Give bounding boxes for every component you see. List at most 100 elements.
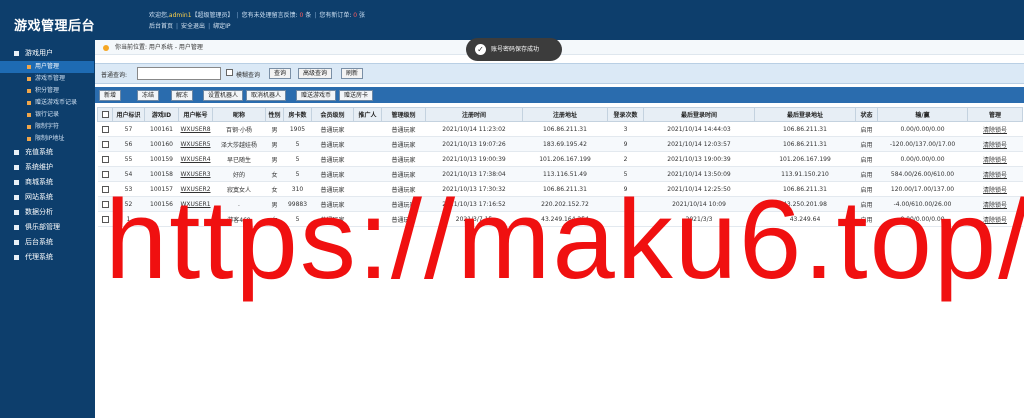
- table-cell: 普通玩家: [311, 151, 354, 167]
- sidebar-group-analytics[interactable]: 数据分析: [0, 205, 94, 220]
- col-account: 用户帐号: [178, 107, 213, 122]
- home-link[interactable]: 后台首页: [149, 23, 173, 30]
- table-cell: 普通玩家: [311, 121, 354, 137]
- table-cell: 启用: [855, 136, 878, 152]
- clear-lock-link[interactable]: 清除锁号: [967, 121, 1023, 137]
- clear-lock-link[interactable]: 清除锁号: [967, 136, 1023, 152]
- table-cell: 普通玩家: [381, 136, 426, 152]
- table-cell: 106.86.211.31: [522, 121, 608, 137]
- square-icon: [14, 240, 19, 245]
- col-member-level: 会员级别: [311, 107, 354, 122]
- table-cell: [353, 151, 382, 167]
- sidebar-group-club[interactable]: 俱乐部管理: [0, 220, 94, 235]
- col-game-id: 游戏ID: [144, 107, 179, 122]
- pending-feedback-count: 0: [299, 12, 304, 19]
- col-win-loss: 输/赢: [877, 107, 968, 122]
- col-register-address: 注册地址: [522, 107, 608, 122]
- bullet-icon: [27, 113, 31, 117]
- table-cell: 启用: [855, 151, 878, 167]
- col-status: 状态: [855, 107, 878, 122]
- logout-link[interactable]: 安全退出: [181, 23, 205, 30]
- table-cell: 100161: [144, 121, 179, 137]
- sidebar-group-backend[interactable]: 后台系统: [0, 235, 94, 250]
- sidebar-item-points-management[interactable]: 积分管理: [0, 85, 94, 97]
- col-last-login-address: 最后登录地址: [754, 107, 856, 122]
- table-cell: 101.206.167.199: [754, 151, 856, 167]
- sidebar-group-website[interactable]: 网站系统: [0, 190, 94, 205]
- search-input[interactable]: [137, 67, 221, 80]
- sidebar-group-agent[interactable]: 代理系统: [0, 250, 94, 265]
- row-checkbox[interactable]: [101, 140, 109, 148]
- table-cell: 普通玩家: [381, 151, 426, 167]
- table-cell: 2021/10/14 12:03:57: [643, 136, 755, 152]
- sidebar-item-user-management[interactable]: 用户管理: [0, 61, 94, 73]
- freeze-button[interactable]: 冻结: [137, 90, 160, 101]
- search-label: 普通查询:: [101, 72, 128, 79]
- account-link[interactable]: WXUSER5: [178, 136, 213, 152]
- table-cell: 泽大莎越娃杨: [212, 136, 266, 152]
- sidebar-item-restricted-chars[interactable]: 限制字符: [0, 121, 94, 133]
- sidebar-group-mall[interactable]: 商城系统: [0, 175, 94, 190]
- table-cell: 0.00/0.00/0.00: [877, 151, 968, 167]
- table-cell: 9: [607, 136, 644, 152]
- row-checkbox[interactable]: [101, 125, 109, 133]
- table-row[interactable]: 56 100160 WXUSER5 泽大莎越娃杨男 5 普通玩家 普通玩家 2021/10/1…: [97, 136, 1023, 152]
- table-cell: 106.86.211.31: [754, 136, 856, 152]
- table-cell: 100159: [144, 151, 179, 167]
- table-cell: 3: [607, 121, 644, 137]
- sidebar-item-restricted-ip[interactable]: 限制IP地址: [0, 133, 94, 145]
- new-orders-label: 您有新订单:: [319, 12, 352, 19]
- top-info: 欢迎您,admin1【超级管理员】 | 您有未处理留言反馈: 0 条 | 您有新订单: …: [149, 10, 365, 32]
- col-manage: 管理: [967, 107, 1023, 122]
- table-row[interactable]: 55 100159 WXUSER4 早已随生男 5 普通玩家 普通玩家 2021/10/13 …: [97, 151, 1023, 167]
- table-cell: 2: [607, 151, 644, 167]
- table-cell: 106.86.211.31: [754, 121, 856, 137]
- table-cell: 2021/10/14 11:23:02: [425, 121, 523, 137]
- row-checkbox[interactable]: [101, 155, 109, 163]
- top-header: 游戏管理后台 欢迎您,admin1【超级管理员】 | 您有未处理留言反馈: 0 条 |…: [0, 0, 1024, 40]
- action-toolbar: 新增 冻结 解冻 设置机器人 取消机器人 赠送游戏币 赠送房卡: [95, 87, 1024, 103]
- col-promoter: 推广人: [353, 107, 382, 122]
- sidebar-item-coin-gift-records[interactable]: 赠送游戏币记录: [0, 97, 94, 109]
- table-cell: 普通玩家: [381, 121, 426, 137]
- account-link[interactable]: WXUSER8: [178, 121, 213, 137]
- sidebar-group-game-users[interactable]: 游戏用户: [0, 46, 94, 61]
- table-cell: 普通玩家: [311, 136, 354, 152]
- table-row[interactable]: 57 100161 WXUSER8 百钢·小杨男 1905 普通玩家 普通玩家 2021/10…: [97, 121, 1023, 137]
- unfreeze-button[interactable]: 解冻: [171, 90, 194, 101]
- square-icon: [14, 255, 19, 260]
- bullet-icon: [27, 137, 31, 141]
- sidebar-group-maintenance[interactable]: 系统维护: [0, 160, 94, 175]
- gift-room-cards-button[interactable]: 赠送房卡: [339, 90, 374, 101]
- set-robot-button[interactable]: 设置机器人: [203, 90, 244, 101]
- square-icon: [14, 180, 19, 185]
- location-icon: [103, 44, 109, 51]
- col-user-id: 用户标识: [112, 107, 145, 122]
- app-title: 游戏管理后台: [14, 19, 96, 34]
- fuzzy-search-checkbox[interactable]: [226, 69, 233, 76]
- query-button[interactable]: 查询: [269, 68, 292, 79]
- refresh-button[interactable]: 刷新: [341, 68, 364, 79]
- current-user: admin1: [168, 12, 192, 19]
- advanced-query-button[interactable]: 高级查询: [298, 68, 333, 79]
- clear-lock-link[interactable]: 清除锁号: [967, 151, 1023, 167]
- bullet-icon: [27, 65, 31, 69]
- bullet-icon: [27, 101, 31, 105]
- table-cell: 183.69.195.42: [522, 136, 608, 152]
- add-button[interactable]: 新增: [99, 90, 122, 101]
- sidebar-item-bank-records[interactable]: 银行记录: [0, 109, 94, 121]
- account-link[interactable]: WXUSER4: [178, 151, 213, 167]
- select-all-checkbox[interactable]: [101, 111, 109, 118]
- col-last-login-time: 最后登录时间: [643, 107, 755, 122]
- gift-coins-button[interactable]: 赠送游戏币: [296, 90, 337, 101]
- table-cell: 早已随生: [212, 151, 266, 167]
- sidebar-group-recharge[interactable]: 充值系统: [0, 145, 94, 160]
- bind-ip-link[interactable]: 绑定IP: [213, 23, 230, 30]
- sidebar-item-coin-management[interactable]: 游戏币管理: [0, 73, 94, 85]
- square-icon: [14, 150, 19, 155]
- table-cell: [353, 121, 382, 137]
- table-cell: -120.00/137.00/17.00: [877, 136, 968, 152]
- cancel-robot-button[interactable]: 取消机器人: [246, 90, 287, 101]
- table-cell: 百钢·小杨: [212, 121, 266, 137]
- sidebar: 游戏用户 用户管理 游戏币管理 积分管理 赠送游戏币记录 银行记录 限制字符 限…: [0, 40, 94, 418]
